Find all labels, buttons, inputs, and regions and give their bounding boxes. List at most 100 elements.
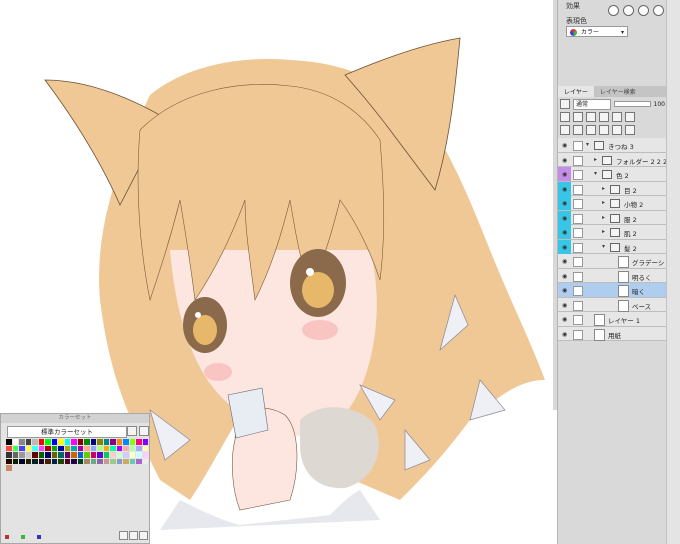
eye-icon[interactable]: ◉	[562, 200, 567, 207]
lock-icon[interactable]	[573, 257, 583, 267]
lock-icon[interactable]	[573, 242, 583, 253]
eye-icon[interactable]: ◉	[562, 258, 567, 265]
expand-arrow-icon[interactable]: ▾	[602, 243, 605, 250]
lock-icon[interactable]	[573, 271, 583, 282]
color-swatch[interactable]	[64, 452, 70, 458]
merge-icon[interactable]	[612, 125, 622, 135]
color-swatch[interactable]	[19, 452, 25, 458]
color-swatch[interactable]	[77, 452, 83, 458]
color-swatch[interactable]	[6, 458, 12, 464]
clip-icon[interactable]	[560, 112, 570, 122]
color-swatch[interactable]	[58, 452, 64, 458]
color-set-dropdown[interactable]: 標準カラーセット	[7, 426, 127, 438]
add-color-icon[interactable]	[139, 426, 149, 436]
color-swatch[interactable]	[110, 439, 116, 445]
eye-icon[interactable]: ◉	[562, 302, 567, 309]
color-swatch[interactable]	[38, 445, 44, 451]
color-swatch[interactable]	[142, 458, 148, 464]
color-swatch[interactable]	[136, 458, 142, 464]
layer-row[interactable]: ◉ 暗く	[558, 283, 667, 298]
color-swatch[interactable]	[110, 452, 116, 458]
color-swatch[interactable]	[103, 458, 109, 464]
expand-arrow-icon[interactable]: ▾	[594, 170, 597, 177]
color-swatch[interactable]	[19, 458, 25, 464]
layer-row[interactable]: ◉ ▾ きつね 3	[558, 138, 667, 153]
effect-circle-icon[interactable]	[608, 5, 619, 16]
color-swatch[interactable]	[142, 445, 148, 451]
eye-icon[interactable]: ◉	[562, 244, 567, 251]
layer-row[interactable]: ◉ レイヤー 1	[558, 312, 667, 327]
layer-row[interactable]: ◉ グラデーシ	[558, 254, 667, 269]
color-swatch[interactable]	[110, 458, 116, 464]
color-swatch[interactable]	[51, 445, 57, 451]
color-swatch[interactable]	[58, 458, 64, 464]
eye-icon[interactable]: ◉	[562, 186, 567, 193]
add-color-icon[interactable]	[119, 531, 128, 540]
color-swatch[interactable]	[129, 452, 135, 458]
eye-icon[interactable]: ◉	[562, 316, 567, 323]
color-swatch[interactable]	[97, 458, 103, 464]
eye-icon[interactable]: ◉	[562, 229, 567, 236]
color-swatch[interactable]	[123, 439, 129, 445]
expand-arrow-icon[interactable]: ▸	[602, 199, 605, 206]
color-swatch[interactable]	[136, 445, 142, 451]
color-swatch[interactable]	[51, 458, 57, 464]
layer-row[interactable]: ◉ ▾ 髪 2	[558, 239, 667, 254]
display-color-dropdown[interactable]: カラー ▾	[566, 26, 628, 37]
color-swatch[interactable]	[45, 439, 51, 445]
expand-arrow-icon[interactable]: ▾	[586, 141, 589, 148]
eye-icon[interactable]: ◉	[562, 157, 567, 164]
color-swatch[interactable]	[12, 439, 18, 445]
color-swatch[interactable]	[123, 452, 129, 458]
lock-icon[interactable]	[573, 228, 583, 238]
color-swatch[interactable]	[12, 458, 18, 464]
color-swatch[interactable]	[38, 458, 44, 464]
color-swatch[interactable]	[142, 439, 148, 445]
move-icon[interactable]	[599, 125, 609, 135]
lock-transparent-icon[interactable]	[599, 112, 609, 122]
color-swatch[interactable]	[123, 445, 129, 451]
color-swatch[interactable]	[71, 445, 77, 451]
eye-icon[interactable]: ◉	[562, 142, 567, 149]
color-swatch[interactable]	[38, 452, 44, 458]
tab-layer-search[interactable]: レイヤー検索	[594, 86, 642, 97]
lock-icon[interactable]	[573, 286, 583, 296]
layer-row[interactable]: ◉ ▸ 服 2	[558, 210, 667, 225]
color-swatch[interactable]	[51, 439, 57, 445]
blend-mode-dropdown[interactable]: 通常	[573, 98, 611, 110]
color-swatch[interactable]	[116, 458, 122, 464]
color-swatch[interactable]	[25, 458, 31, 464]
expand-arrow-icon[interactable]: ▸	[594, 156, 597, 163]
lock-icon[interactable]	[573, 141, 583, 151]
color-swatch[interactable]	[110, 445, 116, 451]
color-swatch[interactable]	[129, 445, 135, 451]
lock-icon[interactable]	[586, 112, 596, 122]
layer-row[interactable]: ◉ ▸ 目 2	[558, 181, 667, 196]
color-swatch[interactable]	[97, 445, 103, 451]
color-swatch[interactable]	[116, 452, 122, 458]
color-swatch[interactable]	[97, 439, 103, 445]
eye-icon[interactable]: ◉	[562, 331, 567, 338]
color-swatch[interactable]	[25, 452, 31, 458]
layer-color-icon[interactable]	[560, 99, 570, 109]
color-swatch[interactable]	[25, 445, 31, 451]
mask-icon[interactable]	[612, 112, 622, 122]
new-folder-icon[interactable]	[586, 125, 596, 135]
color-swatch[interactable]	[84, 439, 90, 445]
effect-halftone-icon[interactable]	[623, 5, 634, 16]
lock-icon[interactable]	[573, 300, 583, 311]
eye-icon[interactable]: ◉	[562, 171, 567, 178]
new-layer-icon[interactable]	[560, 125, 570, 135]
draft-icon[interactable]	[625, 112, 635, 122]
expand-arrow-icon[interactable]: ▸	[602, 214, 605, 221]
color-swatch[interactable]	[32, 458, 38, 464]
color-swatch[interactable]	[19, 439, 25, 445]
color-swatch[interactable]	[103, 452, 109, 458]
color-swatch[interactable]	[84, 445, 90, 451]
color-swatch[interactable]	[129, 458, 135, 464]
tab-layer[interactable]: レイヤー	[558, 86, 594, 97]
effect-tone-icon[interactable]	[638, 5, 649, 16]
color-swatch[interactable]	[77, 439, 83, 445]
color-swatch[interactable]	[45, 458, 51, 464]
color-swatch[interactable]	[136, 452, 142, 458]
